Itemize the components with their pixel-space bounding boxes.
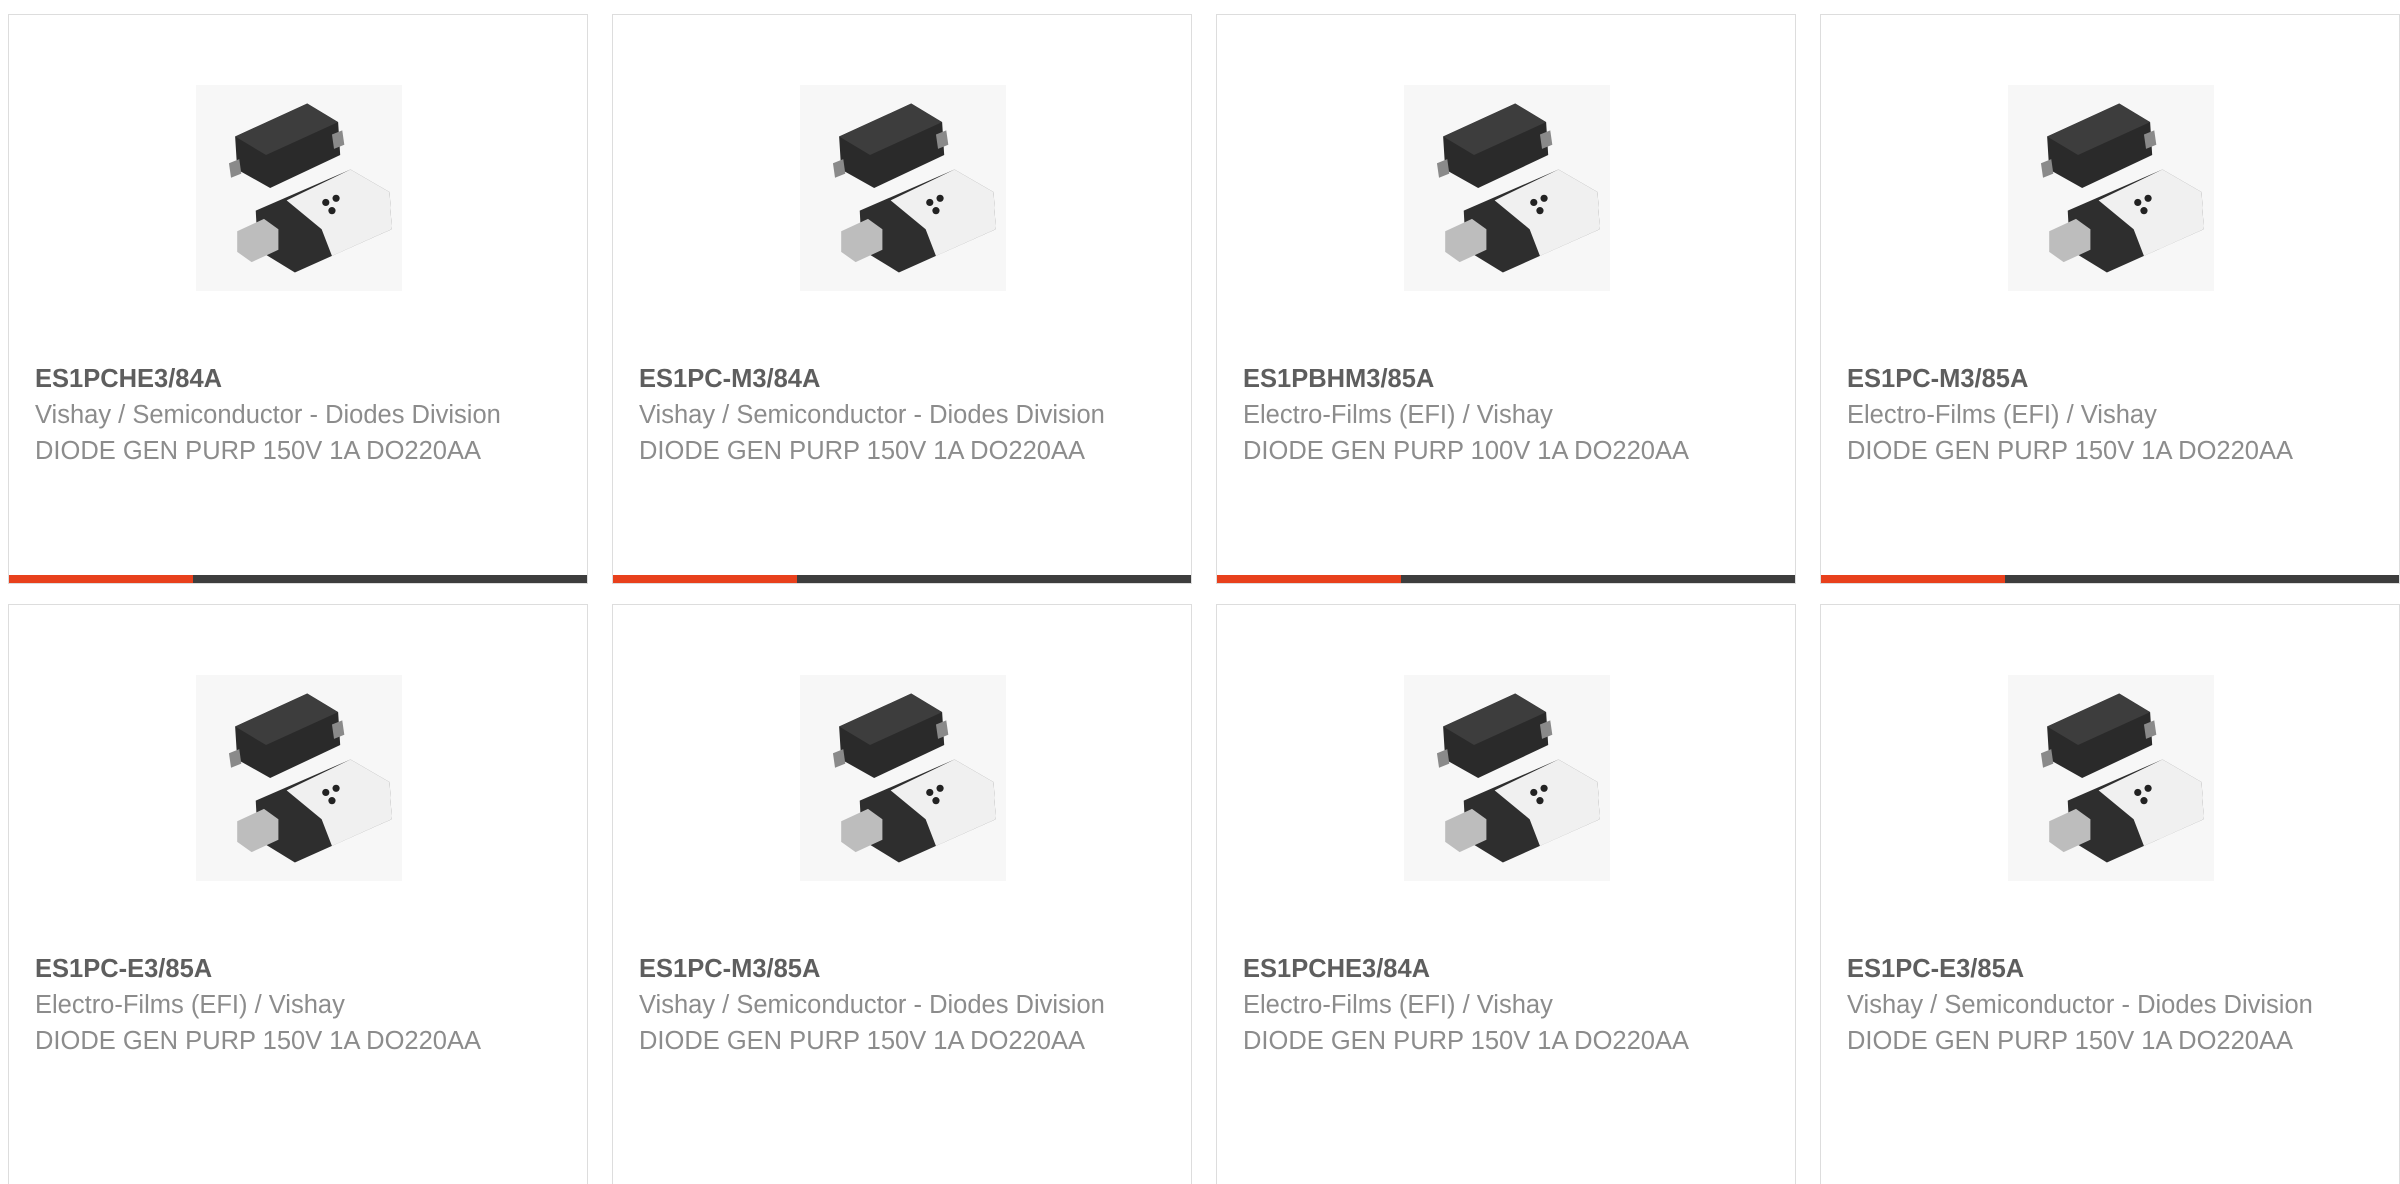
product-card[interactable]: ES1PBHM3/85A Electro-Films (EFI) / Visha… [1216, 14, 1796, 584]
part-number-link[interactable]: ES1PC-E3/85A [35, 951, 561, 987]
product-info: ES1PC-M3/85A Electro-Films (EFI) / Visha… [1847, 361, 2373, 469]
product-grid: ES1PCHE3/84A Vishay / Semiconductor - Di… [0, 0, 2400, 1184]
product-info: ES1PBHM3/85A Electro-Films (EFI) / Visha… [1243, 361, 1769, 469]
manufacturer: Electro-Films (EFI) / Vishay [1243, 401, 1553, 429]
product-card[interactable]: ES1PC-M3/85A Vishay / Semiconductor - Di… [612, 604, 1192, 1184]
part-number-link[interactable]: ES1PBHM3/85A [1243, 361, 1769, 397]
description: DIODE GEN PURP 150V 1A DO220AA [639, 437, 1085, 465]
product-info: ES1PC-E3/85A Electro-Films (EFI) / Visha… [35, 951, 561, 1059]
part-number-link[interactable]: ES1PCHE3/84A [1243, 951, 1769, 987]
part-number-link[interactable]: ES1PC-E3/85A [1847, 951, 2373, 987]
part-number-link[interactable]: ES1PC-M3/85A [639, 951, 1165, 987]
product-info: ES1PC-E3/85A Vishay / Semiconductor - Di… [1847, 951, 2373, 1059]
manufacturer: Electro-Films (EFI) / Vishay [1243, 991, 1553, 1019]
card-footer-bar [613, 575, 1191, 583]
card-accent-bar [613, 575, 797, 583]
description: DIODE GEN PURP 150V 1A DO220AA [35, 437, 481, 465]
description: DIODE GEN PURP 150V 1A DO220AA [35, 1027, 481, 1055]
manufacturer: Electro-Films (EFI) / Vishay [1847, 401, 2157, 429]
diode-package-icon [800, 85, 1006, 291]
diode-package-icon [196, 85, 402, 291]
product-info: ES1PC-M3/85A Vishay / Semiconductor - Di… [639, 951, 1165, 1059]
part-number-link[interactable]: ES1PCHE3/84A [35, 361, 561, 397]
product-card[interactable]: ES1PC-E3/85A Vishay / Semiconductor - Di… [1820, 604, 2400, 1184]
description: DIODE GEN PURP 150V 1A DO220AA [1847, 437, 2293, 465]
manufacturer: Electro-Films (EFI) / Vishay [35, 991, 345, 1019]
card-accent-bar [1821, 575, 2005, 583]
manufacturer: Vishay / Semiconductor - Diodes Division [639, 401, 1105, 429]
product-info: ES1PCHE3/84A Electro-Films (EFI) / Visha… [1243, 951, 1769, 1059]
part-number-link[interactable]: ES1PC-M3/84A [639, 361, 1165, 397]
description: DIODE GEN PURP 100V 1A DO220AA [1243, 437, 1689, 465]
description: DIODE GEN PURP 150V 1A DO220AA [639, 1027, 1085, 1055]
description: DIODE GEN PURP 150V 1A DO220AA [1243, 1027, 1689, 1055]
part-number-link[interactable]: ES1PC-M3/85A [1847, 361, 2373, 397]
card-footer-bar [1821, 575, 2399, 583]
card-accent-bar [9, 575, 193, 583]
product-info: ES1PCHE3/84A Vishay / Semiconductor - Di… [35, 361, 561, 469]
product-card[interactable]: ES1PCHE3/84A Electro-Films (EFI) / Visha… [1216, 604, 1796, 1184]
product-card[interactable]: ES1PC-E3/85A Electro-Films (EFI) / Visha… [8, 604, 588, 1184]
manufacturer: Vishay / Semiconductor - Diodes Division [639, 991, 1105, 1019]
product-card[interactable]: ES1PC-M3/84A Vishay / Semiconductor - Di… [612, 14, 1192, 584]
diode-package-icon [196, 675, 402, 881]
diode-package-icon [800, 675, 1006, 881]
manufacturer: Vishay / Semiconductor - Diodes Division [1847, 991, 2313, 1019]
diode-package-icon [2008, 675, 2214, 881]
card-footer-bar [1217, 575, 1795, 583]
card-accent-bar [1217, 575, 1401, 583]
diode-package-icon [2008, 85, 2214, 291]
product-card[interactable]: ES1PCHE3/84A Vishay / Semiconductor - Di… [8, 14, 588, 584]
product-card[interactable]: ES1PC-M3/85A Electro-Films (EFI) / Visha… [1820, 14, 2400, 584]
manufacturer: Vishay / Semiconductor - Diodes Division [35, 401, 501, 429]
diode-package-icon [1404, 675, 1610, 881]
diode-package-icon [1404, 85, 1610, 291]
product-info: ES1PC-M3/84A Vishay / Semiconductor - Di… [639, 361, 1165, 469]
card-footer-bar [9, 575, 587, 583]
description: DIODE GEN PURP 150V 1A DO220AA [1847, 1027, 2293, 1055]
